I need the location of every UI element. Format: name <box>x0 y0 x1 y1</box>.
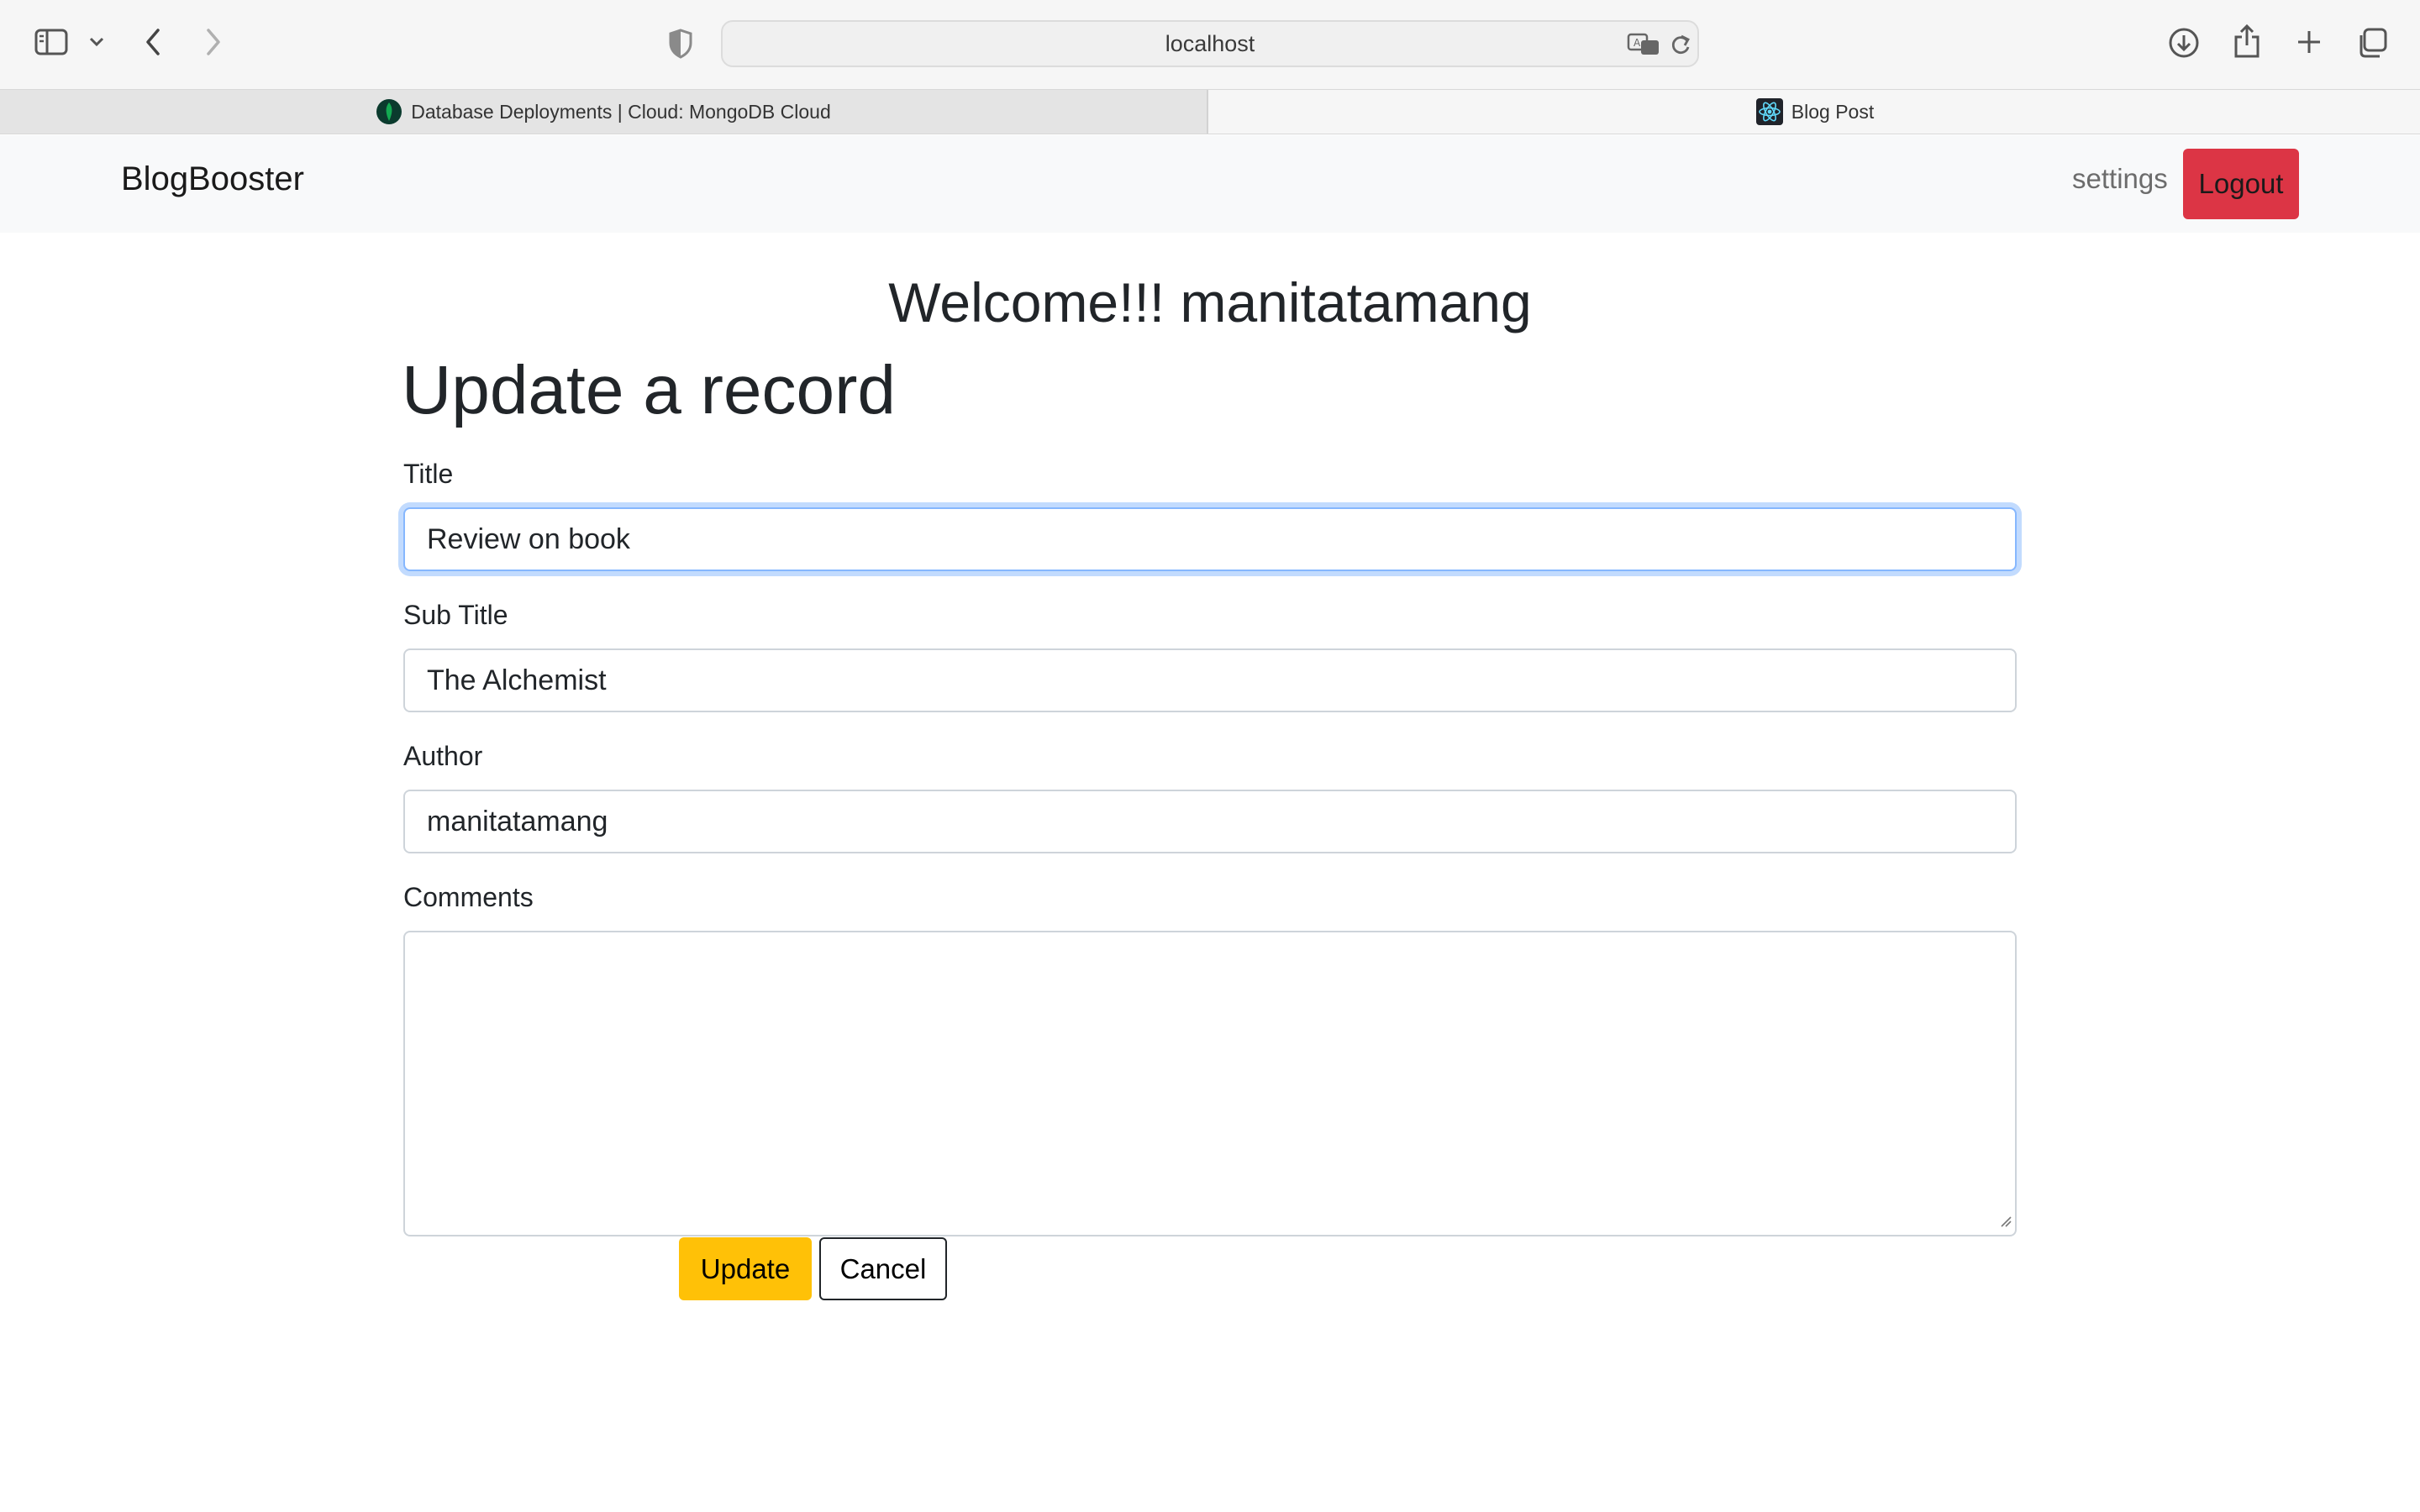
react-logo-icon <box>1755 98 1783 125</box>
forward-icon[interactable] <box>200 25 227 59</box>
title-input[interactable]: Review on book <box>403 507 2017 571</box>
subtitle-input[interactable]: The Alchemist <box>403 648 2017 712</box>
tabs-overview-icon[interactable] <box>2354 25 2390 60</box>
page-title: Update a record <box>402 352 897 428</box>
cancel-button[interactable]: Cancel <box>819 1237 947 1300</box>
share-icon[interactable] <box>2230 22 2264 60</box>
svg-text:A: A <box>1634 37 1641 49</box>
tab-blog-post[interactable]: Blog Post <box>1210 90 2420 134</box>
app-navbar: BlogBooster settings Logout <box>0 135 2420 233</box>
subtitle-input-value: The Alchemist <box>427 664 607 696</box>
comments-label: Comments <box>403 882 534 912</box>
reload-icon[interactable] <box>1667 30 1694 59</box>
tab-bar: Database Deployments | Cloud: MongoDB Cl… <box>0 89 2420 134</box>
comments-textarea[interactable] <box>403 931 2017 1236</box>
sidebar-icon[interactable] <box>32 25 71 59</box>
tab-label: Blog Post <box>1791 100 1875 123</box>
title-label: Title <box>403 459 454 489</box>
subtitle-label: Sub Title <box>403 600 508 630</box>
resize-handle-icon[interactable] <box>2000 1215 2012 1231</box>
settings-link[interactable]: settings <box>2072 163 2168 195</box>
tab-label: Database Deployments | Cloud: MongoDB Cl… <box>411 100 831 123</box>
chevron-down-icon[interactable] <box>84 32 109 52</box>
author-input-value: manitatamang <box>427 805 608 837</box>
plus-icon[interactable] <box>2292 25 2326 59</box>
shield-icon[interactable] <box>664 27 697 60</box>
author-label: Author <box>403 741 483 771</box>
address-bar[interactable]: localhost A <box>721 20 1699 67</box>
author-input[interactable]: manitatamang <box>403 790 2017 853</box>
url-text: localhost <box>1165 30 1255 56</box>
back-icon[interactable] <box>139 25 166 59</box>
welcome-heading: Welcome!!! manitatamang <box>888 271 1532 333</box>
brand-logo[interactable]: BlogBooster <box>121 160 304 198</box>
translate-icon[interactable]: A <box>1625 29 1662 60</box>
browser-toolbar: localhost A <box>0 0 2420 89</box>
logout-button[interactable]: Logout <box>2183 149 2299 219</box>
title-input-value: Review on book <box>427 522 630 555</box>
tab-mongodb[interactable]: Database Deployments | Cloud: MongoDB Cl… <box>0 90 1208 134</box>
update-button[interactable]: Update <box>679 1237 812 1300</box>
download-icon[interactable] <box>2166 25 2202 60</box>
mongodb-leaf-icon <box>376 98 402 125</box>
